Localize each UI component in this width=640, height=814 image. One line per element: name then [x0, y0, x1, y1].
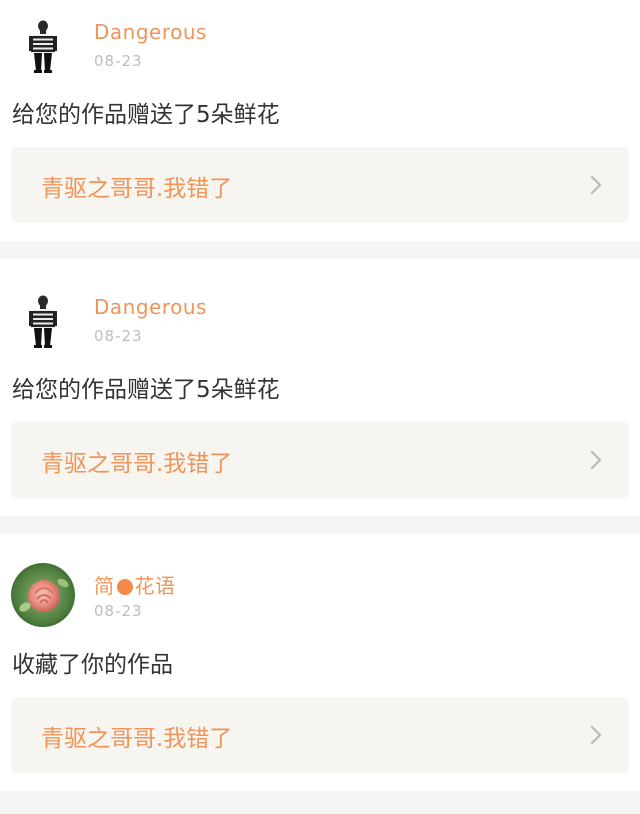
work-title: 青驱之哥哥.我错了 [41, 176, 233, 202]
work-link[interactable]: 青驱之哥哥.我错了 [11, 697, 629, 773]
notification-card: Dangerous 08-23 给您的作品赠送了5朵鲜花 青驱之哥哥.我错了 [0, 259, 640, 516]
avatar[interactable] [11, 288, 75, 352]
notification-message: 给您的作品赠送了5朵鲜花 [12, 377, 280, 403]
username-text: Dangerous [94, 295, 207, 319]
work-title: 青驱之哥哥.我错了 [41, 451, 233, 477]
notification-card: 简花语 08-23 收藏了你的作品 青驱之哥哥.我错了 [0, 534, 640, 791]
timestamp: 08-23 [94, 327, 143, 345]
username-prefix: 简 [94, 574, 115, 598]
work-link[interactable]: 青驱之哥哥.我错了 [11, 147, 629, 223]
timestamp: 08-23 [94, 602, 143, 620]
avatar[interactable] [11, 563, 75, 627]
username-text: Dangerous [94, 20, 207, 44]
work-title: 青驱之哥哥.我错了 [41, 726, 233, 752]
striped-figure-avatar [11, 13, 75, 77]
rose-avatar [11, 563, 75, 627]
username[interactable]: 简花语 [94, 570, 176, 599]
timestamp: 08-23 [94, 52, 143, 70]
notification-card: Dangerous 08-23 给您的作品赠送了5朵鲜花 青驱之哥哥.我错了 [0, 0, 640, 241]
username[interactable]: Dangerous [94, 20, 207, 44]
notification-message: 收藏了你的作品 [12, 652, 173, 678]
chevron-right-icon [590, 175, 602, 195]
striped-figure-avatar [11, 288, 75, 352]
username[interactable]: Dangerous [94, 295, 207, 319]
chevron-right-icon [590, 450, 602, 470]
work-link[interactable]: 青驱之哥哥.我错了 [11, 422, 629, 498]
avatar[interactable] [11, 13, 75, 77]
dot-icon [116, 579, 133, 595]
notification-feed: Dangerous 08-23 给您的作品赠送了5朵鲜花 青驱之哥哥.我错了 D… [0, 0, 640, 814]
username-suffix: 花语 [134, 574, 176, 598]
chevron-right-icon [590, 725, 602, 745]
notification-message: 给您的作品赠送了5朵鲜花 [12, 102, 280, 128]
